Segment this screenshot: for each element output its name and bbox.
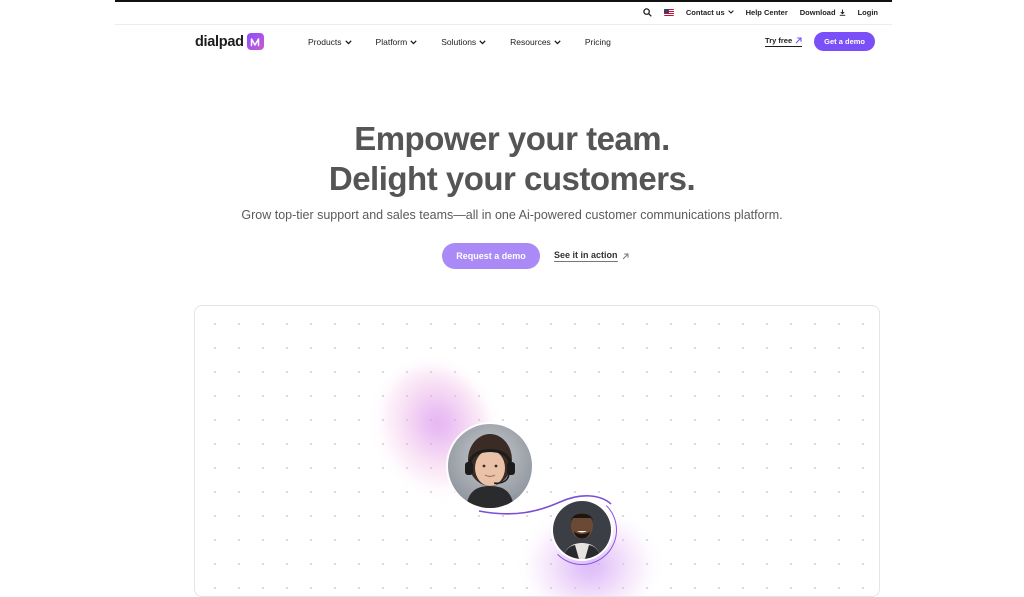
see-it-in-action-label: See it in action <box>554 250 618 262</box>
dialpad-logo-icon <box>246 33 264 50</box>
contact-us-link[interactable]: Contact us <box>686 8 734 17</box>
get-a-demo-label: Get a demo <box>824 37 865 46</box>
nav-item-pricing[interactable]: Pricing <box>585 37 611 47</box>
nav-item-platform[interactable]: Platform <box>376 37 418 47</box>
nav-item-products[interactable]: Products <box>308 37 352 47</box>
nav-item-label: Solutions <box>441 37 477 47</box>
showcase-card <box>194 305 880 597</box>
try-free-label: Try free <box>765 36 793 45</box>
nav-item-label: Products <box>308 37 342 47</box>
hero-title-line1: Empower your team. <box>354 120 670 157</box>
arrow-up-right-icon <box>795 37 802 44</box>
nav-item-resources[interactable]: Resources <box>510 37 561 47</box>
nav-item-label: Pricing <box>584 37 611 47</box>
utility-divider <box>115 24 892 25</box>
request-demo-label: Request a demo <box>456 251 526 261</box>
hero-title-line2: Delight your customers. <box>328 160 696 197</box>
nav-menu: Products Platform Solutions Resources Pr… <box>308 28 611 56</box>
us-flag-icon[interactable] <box>663 8 674 16</box>
contact-us-label: Contact us <box>685 7 725 17</box>
help-center-label: Help Center <box>745 7 788 17</box>
get-a-demo-button[interactable]: Get a demo <box>814 32 875 51</box>
download-label: Download <box>799 7 836 17</box>
logo-text: dialpad <box>195 33 244 50</box>
nav-actions: Try free Get a demo <box>765 32 875 51</box>
nav-item-solutions[interactable]: Solutions <box>441 37 486 47</box>
top-border <box>115 0 892 2</box>
see-it-in-action-link[interactable]: See it in action <box>554 250 629 262</box>
customer-avatar <box>553 501 611 559</box>
chevron-down-icon <box>554 39 561 45</box>
utility-links: Contact us Help Center Download Login <box>643 4 878 20</box>
download-icon <box>839 9 845 16</box>
download-link[interactable]: Download <box>800 8 846 17</box>
main-nav: dialpad Products Platform Solutions Reso… <box>115 28 892 56</box>
login-link[interactable]: Login <box>858 8 878 17</box>
help-center-link[interactable]: Help Center <box>746 8 788 17</box>
utility-bar: Contact us Help Center Download Login <box>115 4 892 25</box>
connection-line <box>478 495 612 515</box>
nav-item-label: Platform <box>375 37 408 47</box>
arrow-up-right-icon <box>622 253 629 259</box>
hero-subtitle: Grow top-tier support and sales teams—al… <box>241 208 783 222</box>
try-free-link[interactable]: Try free <box>765 36 803 47</box>
logo[interactable]: dialpad <box>195 33 264 50</box>
search-icon[interactable] <box>643 7 652 17</box>
nav-item-label: Resources <box>510 37 551 47</box>
request-demo-button[interactable]: Request a demo <box>442 243 540 269</box>
login-label: Login <box>857 7 878 17</box>
agent-avatar <box>448 424 532 508</box>
chevron-down-icon <box>410 39 417 45</box>
chevron-down-icon <box>479 39 486 45</box>
chevron-down-icon <box>344 39 352 45</box>
chevron-down-icon <box>727 10 734 14</box>
